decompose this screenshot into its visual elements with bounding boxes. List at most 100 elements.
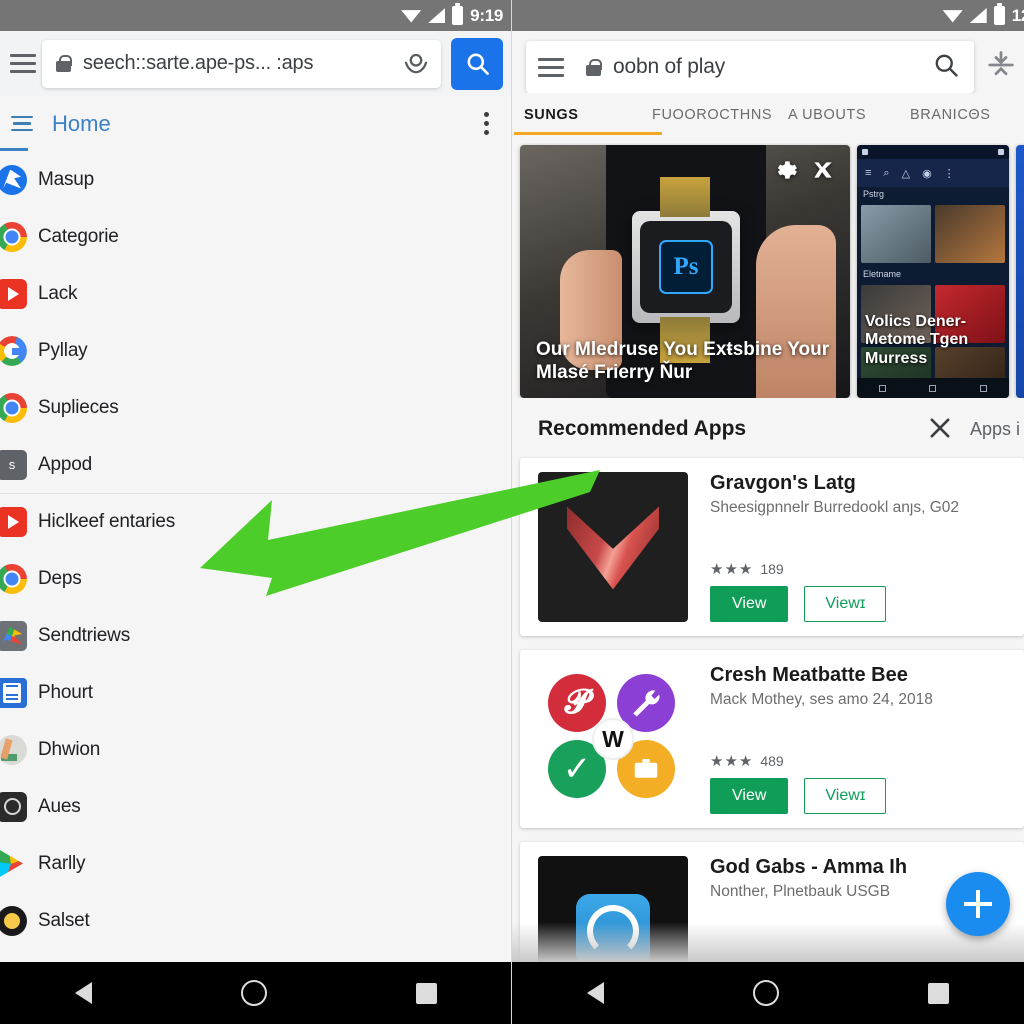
app-info: Cresh Meatbatte Bee Mack Mothey, ses amo…: [710, 664, 1010, 814]
featured-carousel[interactable]: Ps Our Mledruse You Exŧsbine Your Mlasé …: [512, 143, 1024, 398]
list-item-label: Suplieces: [38, 396, 119, 418]
list-item[interactable]: Sendtriews: [0, 607, 511, 664]
view-secondary-button[interactable]: Viewɪ: [804, 778, 887, 814]
carousel-card-1[interactable]: Ps Our Mledruse You Exŧsbine Your Mlasé …: [520, 145, 850, 398]
close-icon[interactable]: [926, 414, 956, 444]
star-icons: ★★★: [710, 753, 754, 770]
hamburger-icon[interactable]: [538, 57, 572, 77]
nav-list: Masup Categorie Lack Pyllay Suplieces s …: [0, 151, 511, 949]
back-triangle-icon[interactable]: [586, 982, 604, 1004]
view-button[interactable]: View: [710, 778, 789, 814]
w-badge-icon: W: [592, 718, 634, 760]
youtube-icon: [0, 507, 38, 537]
right-phone-panel: 12 oobn of play SUNGS: [512, 0, 1024, 1024]
dark-chevron-icon: [538, 472, 688, 622]
app-buttons: View Viewɪ: [710, 778, 1010, 814]
star-icons: ★★★: [710, 561, 754, 578]
lock-icon: [56, 55, 72, 72]
gear-icon[interactable]: [772, 157, 798, 183]
mini-toolbar: ≡ ⌕ △ ◉ ⋮: [857, 159, 1009, 187]
card-action-icons: [772, 157, 836, 183]
overflow-menu-icon[interactable]: [484, 112, 489, 135]
carousel-card-3[interactable]: [1016, 145, 1024, 398]
dark-square-icon: [0, 791, 38, 822]
tab-songs[interactable]: SUNGS: [514, 103, 662, 135]
list-item-label: Dhwion: [38, 738, 101, 760]
app-list-item[interactable]: Gravgon's Latg Sheesigpnnelr Burredookl …: [520, 458, 1024, 636]
recents-square-icon[interactable]: [928, 982, 950, 1004]
back-triangle-icon[interactable]: [74, 982, 92, 1004]
list-item[interactable]: Dhwion: [0, 721, 511, 778]
carousel-caption: Our Mledruse You Exŧsbine Your Mlasé Fri…: [536, 338, 830, 383]
url-bar[interactable]: seech::sarte.ape-ps... :aps: [42, 39, 441, 88]
black-ring-icon: [0, 905, 38, 936]
page-hamburger-icon[interactable]: [0, 115, 42, 132]
app-rating: ★★★ 189: [710, 560, 1010, 578]
list-item-label: Masup: [38, 168, 95, 190]
list-item[interactable]: Rarlly: [0, 835, 511, 892]
shuffle-icon[interactable]: [810, 157, 836, 183]
mini-header-label: Pstrg: [863, 189, 885, 199]
battery-icon: [993, 3, 1005, 25]
home-circle-icon[interactable]: [752, 980, 779, 1006]
youtube-icon: [0, 278, 38, 309]
view-secondary-button[interactable]: Viewɪ: [804, 586, 887, 622]
rating-count: 189: [760, 561, 784, 577]
mini-grid: [857, 201, 1009, 267]
list-item[interactable]: Pyllay: [0, 322, 511, 379]
left-phone-panel: 9:19 seech::sarte.ape-ps... :aps Home Ma…: [0, 0, 512, 1024]
view-button[interactable]: View: [710, 586, 789, 622]
list-item-label: Categorie: [38, 225, 119, 247]
browser-omnibox-bar: seech::sarte.ape-ps... :aps: [0, 31, 511, 96]
list-item-label: Ηiclkeef entaries: [38, 511, 176, 532]
signal-icon: [428, 8, 446, 23]
browser-menu-icon[interactable]: [0, 54, 42, 73]
dual-screenshot: 9:19 seech::sarte.ape-ps... :aps Home Ma…: [0, 0, 1024, 1024]
list-item[interactable]: Phourt: [0, 664, 511, 721]
search-input[interactable]: oobn of play: [613, 55, 932, 79]
search-button[interactable]: [451, 37, 503, 90]
lock-icon: [586, 58, 602, 76]
app-rating: ★★★ 489: [710, 752, 1010, 770]
list-item[interactable]: Suplieces: [0, 379, 511, 436]
mini-status-bar: [857, 145, 1009, 159]
list-item[interactable]: Ηiclkeef entaries: [0, 493, 511, 550]
url-text: seech::sarte.ape-ps... :aps: [83, 52, 314, 74]
tab-fuooroct[interactable]: FUOOROCTHNS: [652, 103, 788, 135]
download-icon[interactable]: [401, 49, 431, 79]
search-icon[interactable]: [932, 51, 960, 84]
list-item-label: Pyllay: [38, 339, 88, 361]
list-item[interactable]: Deps: [0, 550, 511, 607]
app-name: Cresh Meatbatte Bee: [710, 664, 908, 686]
list-item[interactable]: s Appod: [0, 436, 511, 493]
list-item[interactable]: Lack: [0, 265, 511, 322]
recents-square-icon[interactable]: [416, 982, 438, 1004]
list-item[interactable]: Salset: [0, 892, 511, 949]
tab-branices[interactable]: BRANICΘS: [910, 103, 991, 135]
list-item-label: Aues: [38, 795, 81, 817]
section-title: Recommended Apps: [538, 417, 747, 440]
store-search-bar[interactable]: oobn of play: [526, 41, 974, 93]
page-header: Home: [0, 96, 511, 151]
app-info: Gravgon's Latg Sheesigpnnelr Burredookl …: [710, 472, 1010, 622]
play-store-icon: [0, 849, 38, 879]
mini-alert-icon: △: [901, 167, 911, 180]
android-navigation-bar-right: [512, 962, 1024, 1024]
list-item-label: Sendtriews: [38, 624, 130, 646]
home-circle-icon[interactable]: [240, 980, 267, 1006]
add-icon[interactable]: [946, 872, 1010, 936]
store-tabs: SUNGS FUOOROCTHNS A UBOUTS BRANICΘS: [512, 93, 1024, 143]
tab-aubouts[interactable]: A UBOUTS: [788, 103, 910, 135]
app-list-item[interactable]: 𝓟 ✓ W Cresh Meatbatte Bee Mack Mothey, s…: [520, 650, 1024, 828]
google-g-icon: [0, 335, 38, 366]
app-buttons: View Viewɪ: [710, 586, 1010, 622]
list-item[interactable]: Aues: [0, 778, 511, 835]
list-item[interactable]: Masup: [0, 151, 511, 208]
app-logo: Ps: [659, 240, 713, 294]
collapse-icon[interactable]: [986, 50, 1016, 85]
left-status-bar: 9:19: [0, 0, 511, 31]
list-item[interactable]: Categorie: [0, 208, 511, 265]
news-icon: [0, 677, 38, 708]
carousel-card-2[interactable]: ≡ ⌕ △ ◉ ⋮ Pstrg Eletname Volics Dener- M…: [857, 145, 1009, 398]
mini-section-label: Eletname: [863, 269, 902, 279]
